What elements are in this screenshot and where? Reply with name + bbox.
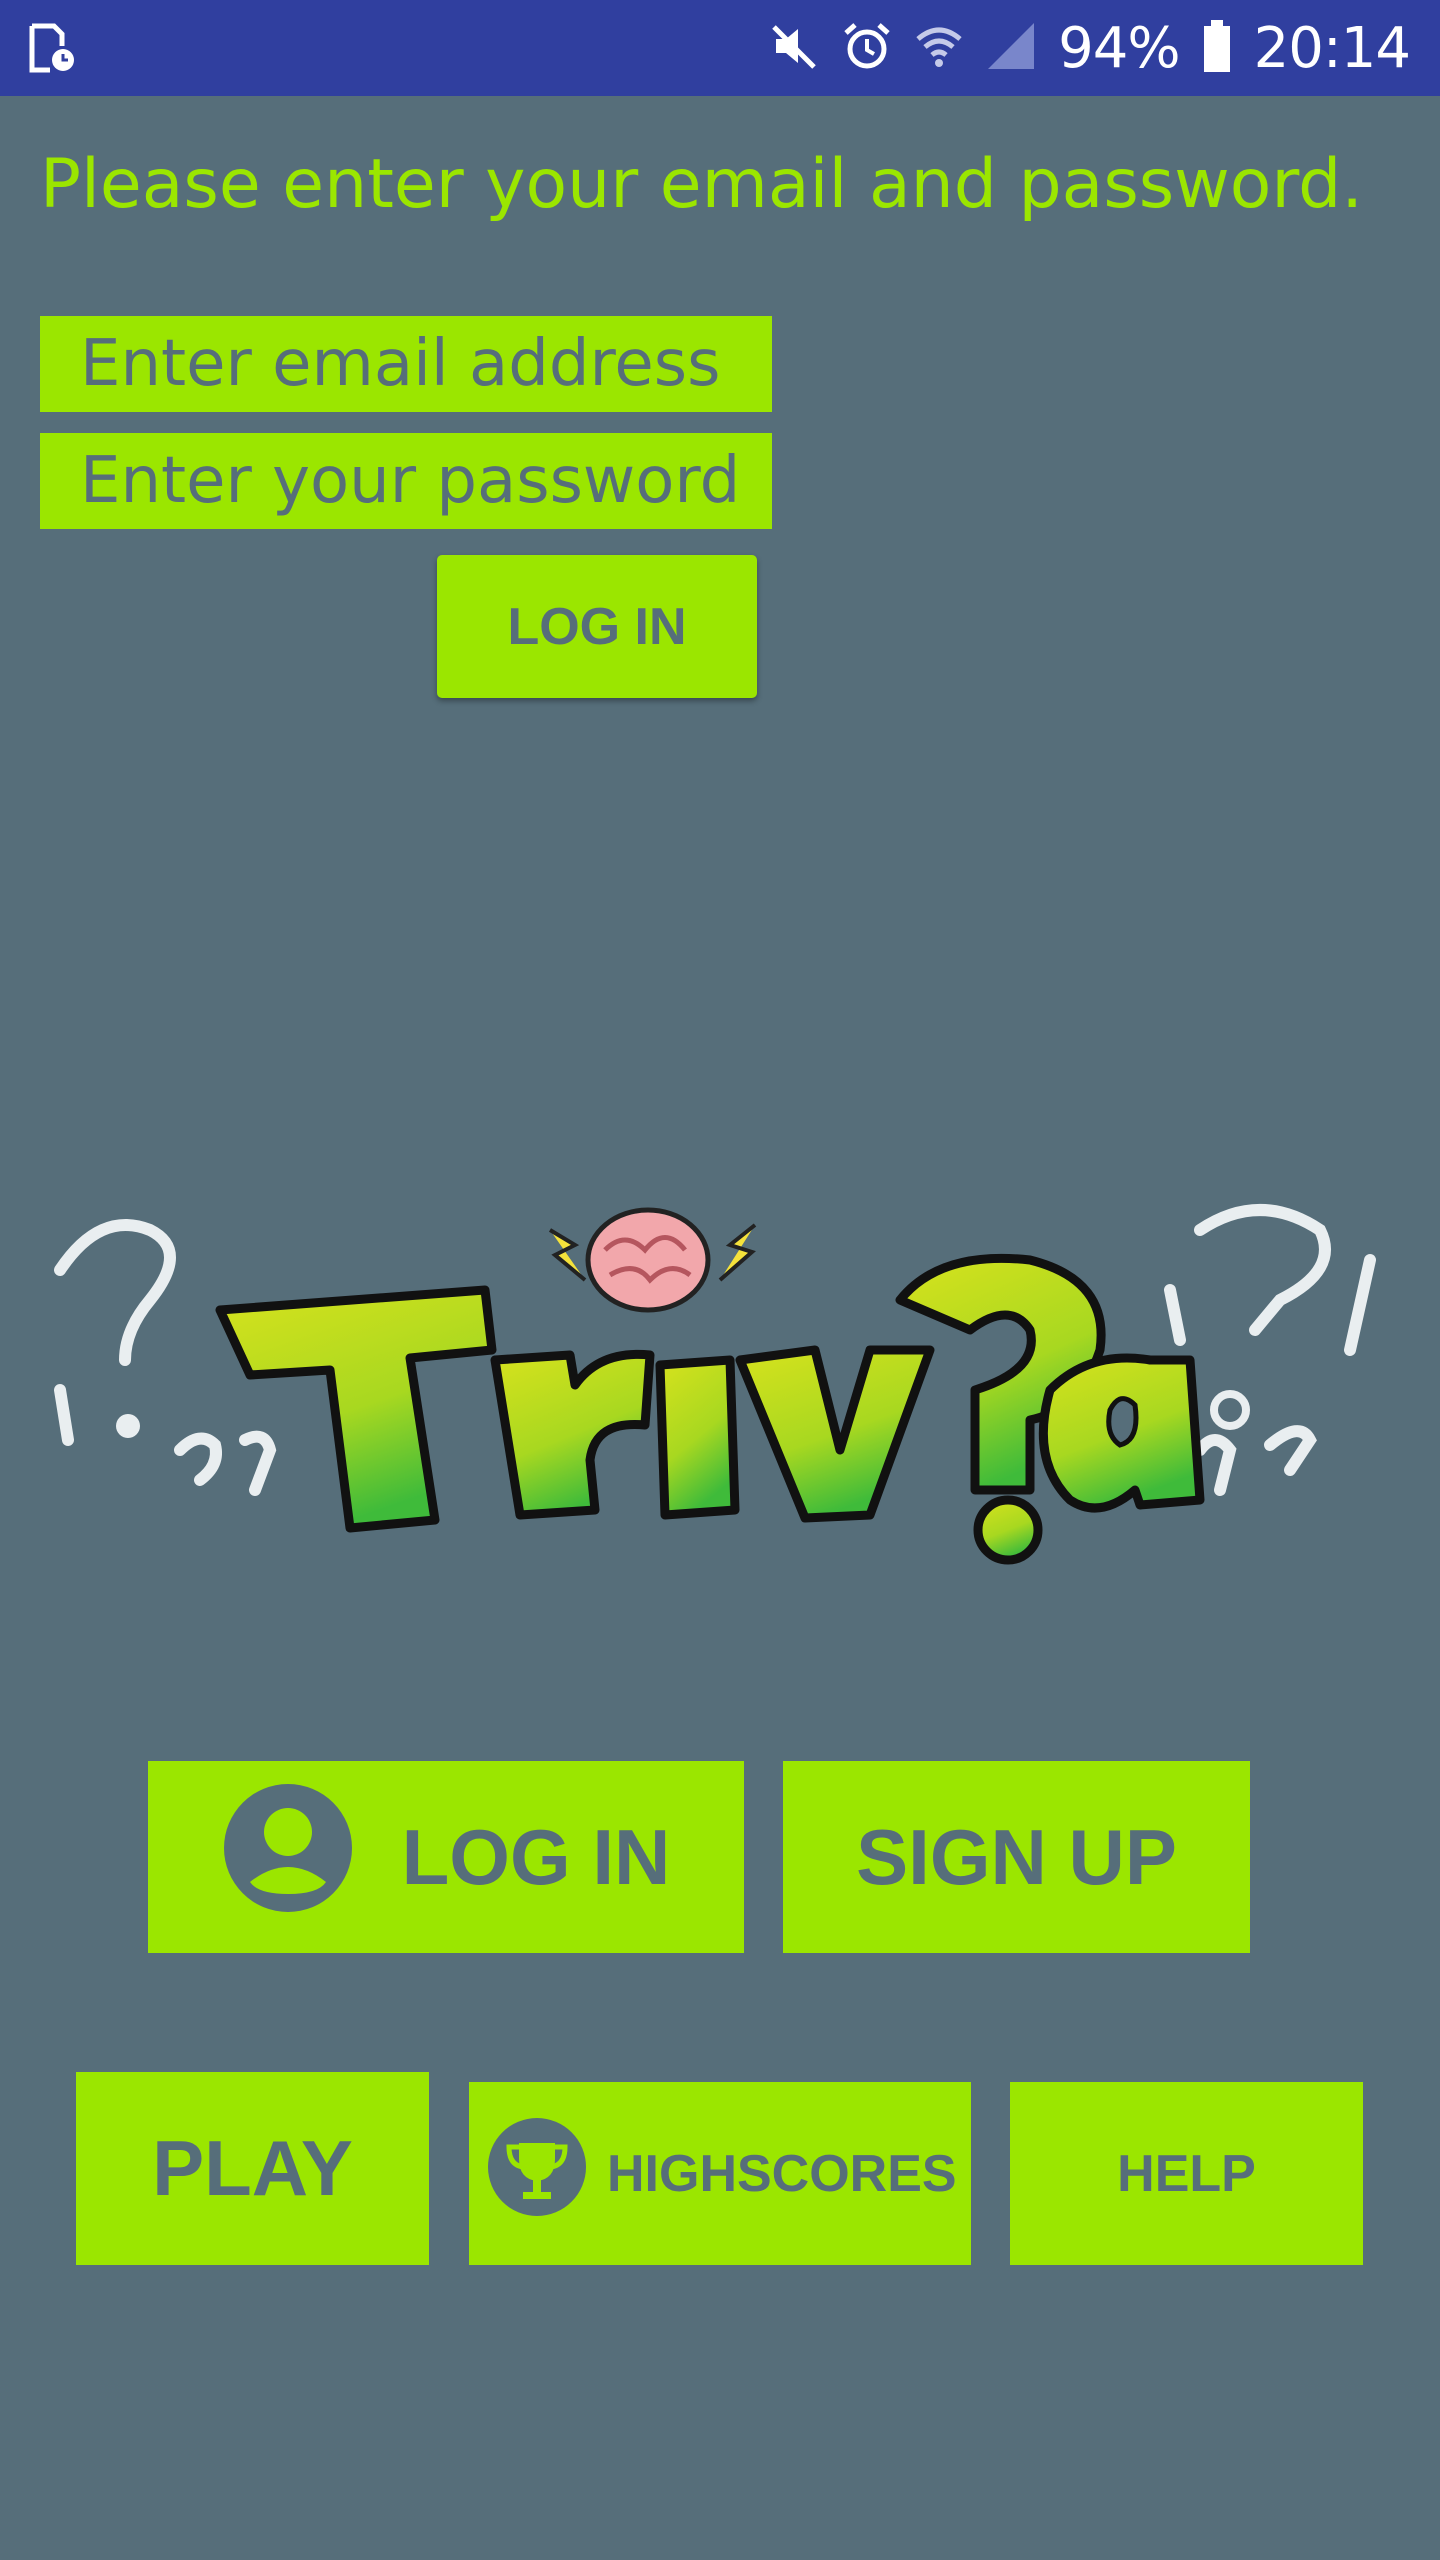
email-field[interactable]: Enter email address [40, 316, 772, 412]
brain-icon [548, 1207, 757, 1313]
login-button-label: LOG IN [401, 1812, 671, 1901]
form-login-button[interactable]: LOG IN [437, 555, 757, 698]
mute-icon [770, 21, 820, 76]
login-button[interactable]: LOG IN [148, 1761, 744, 1953]
trivia-logo [40, 1190, 1400, 1570]
battery-percentage: 94% [1058, 15, 1180, 81]
login-prompt: Please enter your email and password. [40, 145, 1363, 224]
account-icon [222, 1782, 354, 1933]
password-field[interactable]: Enter your password [40, 433, 772, 529]
play-button[interactable]: PLAY [76, 2072, 429, 2265]
clock: 20:14 [1253, 15, 1411, 81]
screenshot-icon [28, 22, 76, 79]
battery-icon [1202, 19, 1232, 77]
status-bar: 94% 20:14 [0, 0, 1440, 96]
signup-button[interactable]: SIGN UP [783, 1761, 1250, 1953]
signal-icon [986, 21, 1036, 76]
trophy-icon [487, 2117, 587, 2230]
highscores-button[interactable]: HIGHSCORES [469, 2082, 971, 2265]
highscores-button-label: HIGHSCORES [607, 2144, 957, 2203]
wifi-icon [914, 21, 964, 76]
help-button[interactable]: HELP [1010, 2082, 1363, 2265]
alarm-icon [842, 21, 892, 76]
